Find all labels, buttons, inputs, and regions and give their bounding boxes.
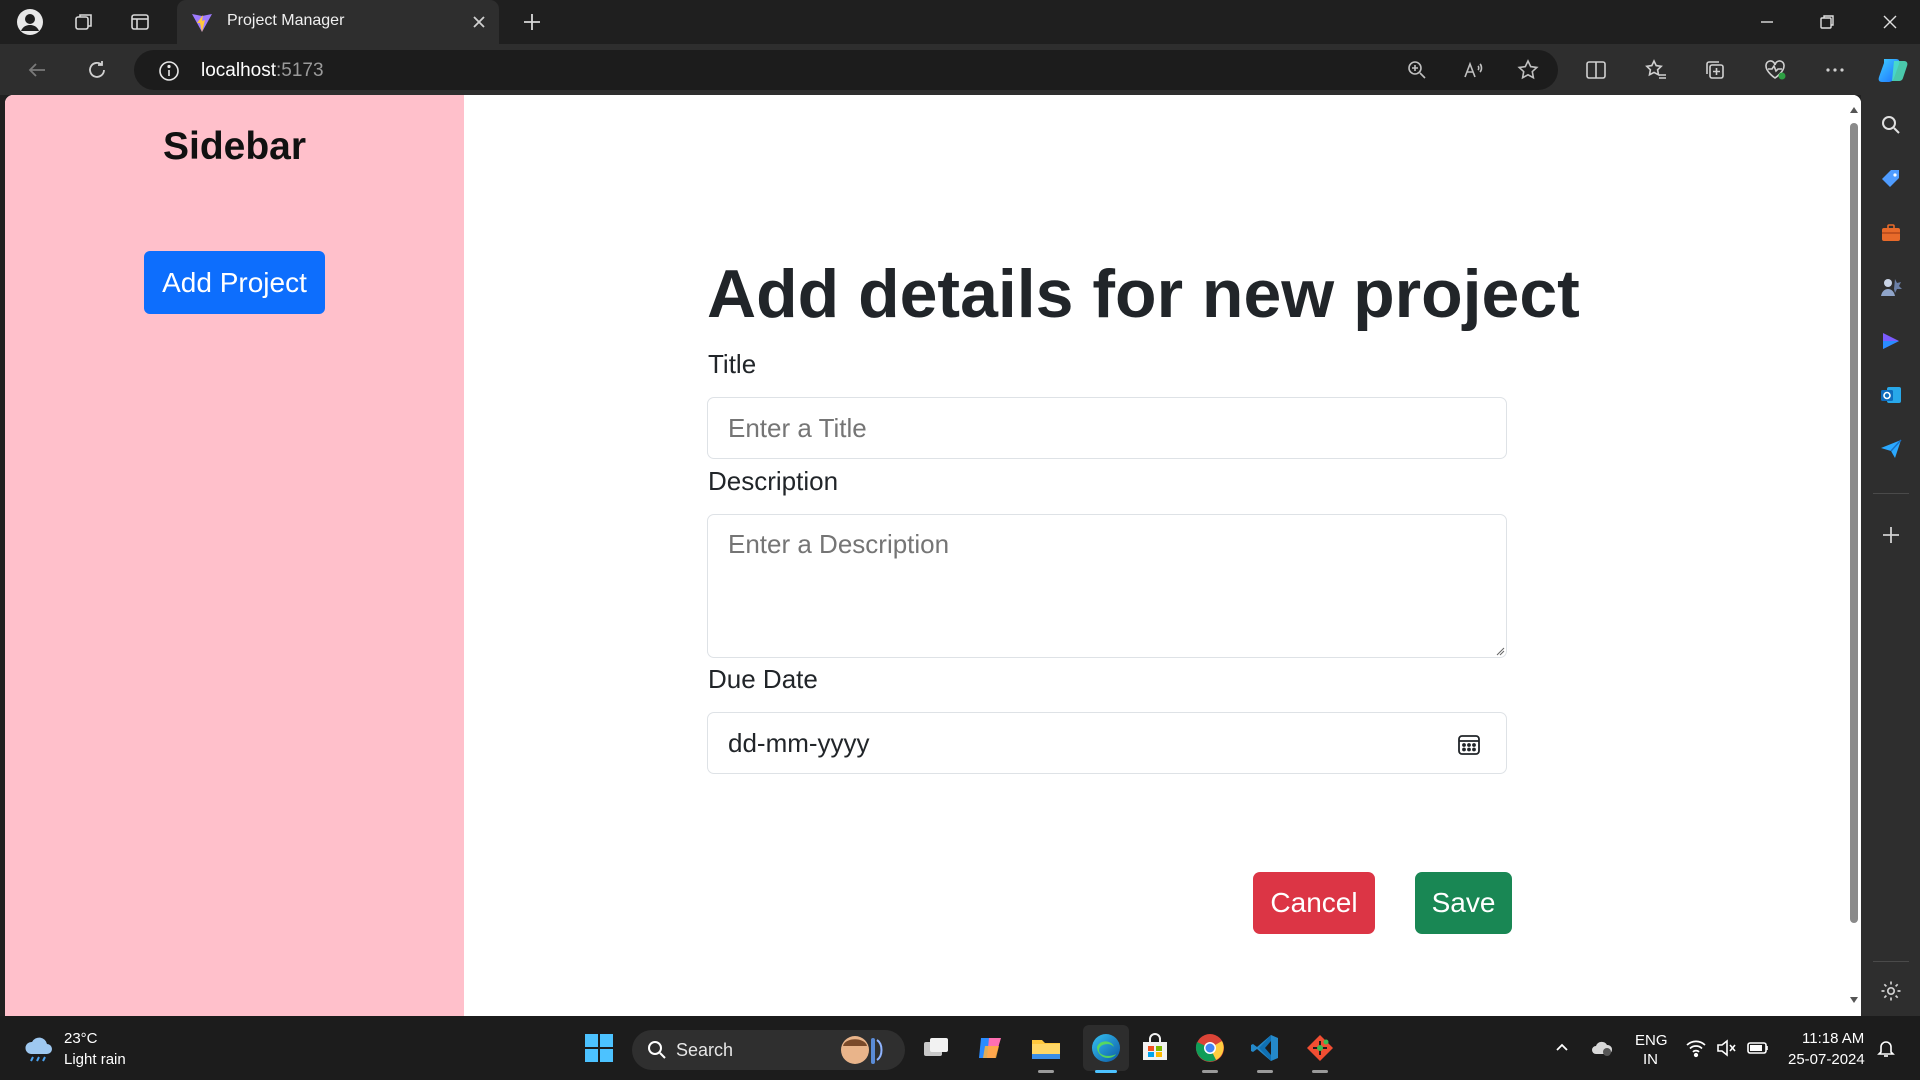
wifi-icon[interactable] <box>1684 1036 1708 1060</box>
sidebar-title: Sidebar <box>162 125 307 168</box>
description-textarea[interactable] <box>707 514 1507 658</box>
due-date-value: dd-mm-yyyy <box>728 727 870 758</box>
sidebar-divider-bottom <box>1873 961 1909 962</box>
tools-briefcase-icon[interactable] <box>1879 221 1903 245</box>
scroll-thumb[interactable] <box>1850 123 1858 923</box>
taskbar-search-box[interactable]: Search <box>632 1030 905 1070</box>
back-icon[interactable] <box>24 57 50 83</box>
search-icon <box>648 1041 666 1059</box>
send-message-icon[interactable] <box>1879 437 1903 461</box>
copilot-taskbar-icon[interactable] <box>973 1030 1009 1066</box>
url-text: localhost:5173 <box>201 60 324 81</box>
add-icon[interactable] <box>1879 523 1903 547</box>
cancel-button[interactable]: Cancel <box>1253 872 1375 934</box>
outlook-icon[interactable] <box>1879 383 1903 407</box>
edge-sidebar <box>1861 95 1920 1016</box>
title-label: Title <box>708 349 757 379</box>
chrome-icon[interactable] <box>1192 1030 1228 1066</box>
favorites-icon[interactable] <box>1643 57 1669 83</box>
file-explorer-icon[interactable] <box>1028 1030 1064 1066</box>
add-project-button[interactable]: Add Project <box>144 251 325 314</box>
address-bar[interactable]: localhost:5173 <box>134 50 1558 90</box>
description-label: Description <box>708 466 839 496</box>
title-input[interactable] <box>707 397 1507 459</box>
onedrive-icon[interactable] <box>1590 1036 1614 1060</box>
browser-tab[interactable]: Project Manager <box>177 0 499 44</box>
edge-taskbar-icon[interactable] <box>1083 1025 1129 1071</box>
browser-essentials-icon[interactable] <box>1762 57 1788 83</box>
input-language-line1[interactable]: ENG <box>1635 1032 1668 1049</box>
collections-icon[interactable] <box>1702 57 1728 83</box>
shopping-tag-icon[interactable] <box>1879 167 1903 191</box>
vscode-running-indicator <box>1257 1070 1273 1073</box>
scroll-down-icon[interactable] <box>1849 995 1859 1005</box>
copilot-app-icon[interactable] <box>1879 329 1903 353</box>
weather-description: Light rain <box>64 1051 126 1068</box>
battery-icon[interactable] <box>1746 1036 1770 1060</box>
search-label: Search <box>676 1040 734 1060</box>
close-window-icon[interactable] <box>1878 10 1902 34</box>
description-wrapper <box>707 514 1507 658</box>
copilot-icon[interactable] <box>1876 53 1910 87</box>
save-button[interactable]: Save <box>1415 872 1512 934</box>
minimize-icon[interactable] <box>1755 10 1779 34</box>
vertical-scrollbar[interactable] <box>1847 95 1861 1016</box>
vertical-tabs-icon[interactable] <box>126 8 154 36</box>
games-icon[interactable] <box>1879 275 1903 299</box>
more-options-icon[interactable] <box>1822 57 1848 83</box>
site-info-icon[interactable] <box>158 60 180 82</box>
edge-active-indicator <box>1095 1070 1117 1073</box>
calendar-icon[interactable] <box>1456 731 1482 757</box>
settings-gear-icon[interactable] <box>1879 979 1903 1003</box>
restore-icon[interactable] <box>1815 10 1839 34</box>
search-highlight-icon <box>841 1036 883 1064</box>
split-screen-icon[interactable] <box>1583 57 1609 83</box>
tab-title: Project Manager <box>227 12 345 29</box>
weather-rain-icon[interactable] <box>22 1034 56 1062</box>
weather-temperature: 23°C <box>64 1030 98 1047</box>
clock-date[interactable]: 25-07-2024 <box>1788 1051 1865 1068</box>
zoom-icon[interactable] <box>1404 57 1430 83</box>
close-tab-icon[interactable] <box>469 12 489 32</box>
page-title: Add details for new project <box>707 256 1580 332</box>
resize-grip-icon[interactable] <box>1495 646 1505 656</box>
sidebar: Sidebar Add Project <box>5 95 464 1016</box>
volume-muted-icon[interactable] <box>1714 1036 1738 1060</box>
page-viewport: Sidebar Add Project Add details for new … <box>5 95 1861 1016</box>
task-view-icon[interactable] <box>918 1030 954 1066</box>
file-explorer-running-indicator <box>1038 1070 1054 1073</box>
due-date-label: Due Date <box>708 664 818 694</box>
windows-taskbar: 23°C Light rain Search ENG IN 11:18 AM 2… <box>0 1016 1920 1080</box>
microsoft-store-icon[interactable] <box>1137 1030 1173 1066</box>
chrome-running-indicator <box>1202 1070 1218 1073</box>
git-gui-icon[interactable] <box>1302 1030 1338 1066</box>
input-language-line2[interactable]: IN <box>1643 1051 1658 1068</box>
browser-toolbar: localhost:5173 <box>0 44 1920 95</box>
clock-time[interactable]: 11:18 AM <box>1802 1030 1864 1047</box>
browser-tab-strip: Project Manager <box>0 0 1920 44</box>
notification-bell-icon[interactable] <box>1874 1036 1898 1060</box>
favorite-star-icon[interactable] <box>1515 57 1541 83</box>
git-running-indicator <box>1312 1070 1328 1073</box>
vite-logo-icon <box>192 14 212 32</box>
refresh-icon[interactable] <box>84 57 110 83</box>
windows-start-icon[interactable] <box>581 1030 617 1066</box>
sidebar-divider <box>1873 493 1909 494</box>
search-icon[interactable] <box>1879 113 1903 137</box>
vscode-icon[interactable] <box>1247 1030 1283 1066</box>
scroll-up-icon[interactable] <box>1849 105 1859 115</box>
read-aloud-icon[interactable] <box>1460 57 1486 83</box>
due-date-input[interactable]: dd-mm-yyyy <box>707 712 1507 774</box>
new-tab-icon[interactable] <box>518 8 546 36</box>
show-hidden-icons-chevron-icon[interactable] <box>1550 1036 1574 1060</box>
profile-avatar-icon[interactable] <box>16 8 44 36</box>
workspaces-icon[interactable] <box>70 8 98 36</box>
